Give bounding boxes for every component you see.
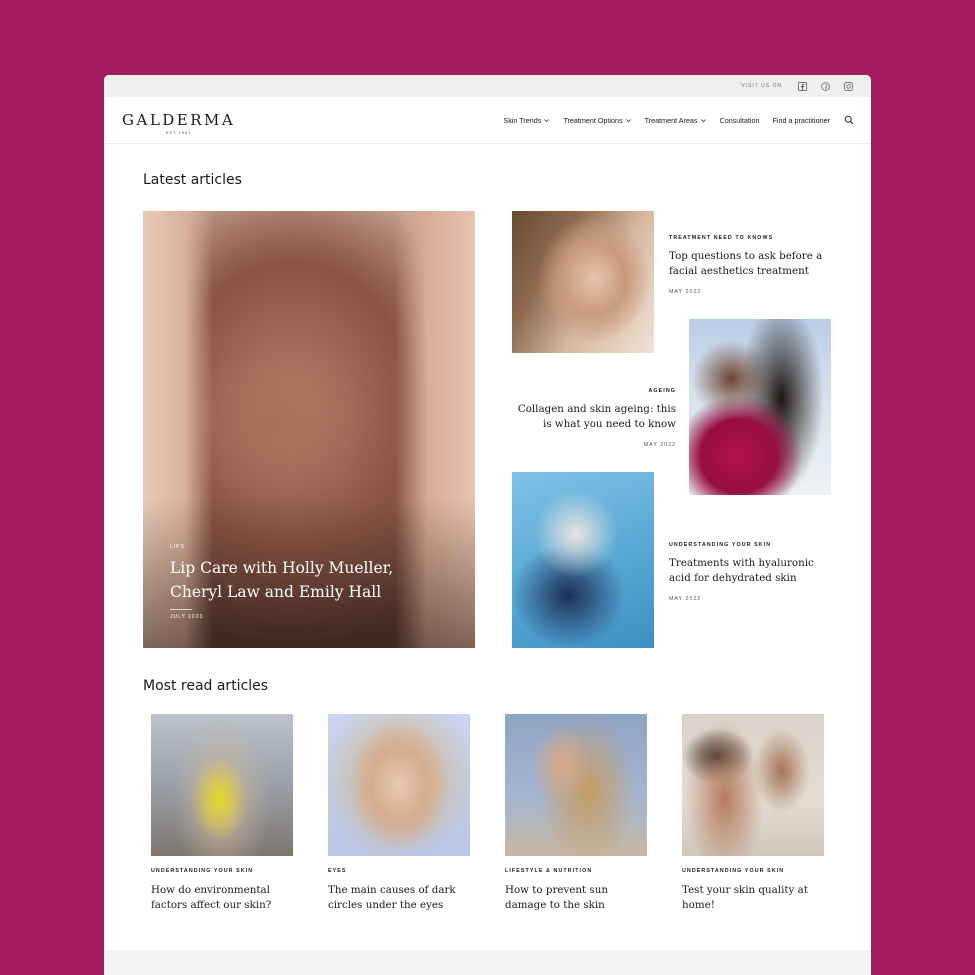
article-date: MAY 2022	[643, 442, 676, 448]
nav-label: Skin Trends	[503, 115, 542, 125]
article-card-1[interactable]: TREATMENT NEED TO KNOWS Top questions to…	[669, 235, 834, 295]
most-read-heading: Most read articles	[143, 678, 269, 694]
article-title[interactable]: Treatments with hyaluronic acid for dehy…	[669, 556, 829, 586]
article-image[interactable]	[328, 714, 470, 856]
article-image[interactable]	[505, 714, 647, 856]
pinterest-icon[interactable]	[821, 81, 830, 91]
most-read-card[interactable]: UNDERSTANDING YOUR SKIN How do environme…	[151, 714, 293, 913]
nav-find-practitioner[interactable]: Find a practitioner	[772, 116, 830, 125]
most-read-card[interactable]: EYES The main causes of dark circles und…	[328, 714, 470, 913]
search-icon[interactable]	[844, 115, 854, 125]
article-image[interactable]	[151, 714, 293, 856]
hero-caption: LIPS Lip Care with Holly Mueller, Cheryl…	[170, 544, 430, 620]
most-read-grid: UNDERSTANDING YOUR SKIN How do environme…	[151, 714, 824, 913]
chevron-down-icon	[625, 118, 631, 122]
most-read-card[interactable]: UNDERSTANDING YOUR SKIN Test your skin q…	[682, 714, 824, 913]
hero-category: LIPS	[170, 544, 185, 550]
article-category: EYES	[328, 868, 347, 874]
primary-nav: Skin Trends Treatment Options Treatment …	[490, 115, 854, 125]
nav-treatment-areas[interactable]: Treatment Areas	[645, 116, 707, 125]
brand-wordmark: GALDERMA	[122, 111, 236, 129]
article-image[interactable]	[512, 472, 654, 648]
article-category: TREATMENT NEED TO KNOWS	[669, 235, 774, 241]
nav-consultation[interactable]: Consultation	[720, 116, 760, 125]
article-title[interactable]: The main causes of dark circles under th…	[328, 883, 470, 913]
article-category: LIFESTYLE & NUTRITION	[505, 868, 593, 874]
nav-label: Treatment Areas	[644, 115, 698, 125]
footer-strip	[104, 950, 871, 975]
article-title[interactable]: How to prevent sun damage to the skin	[505, 883, 647, 913]
article-title[interactable]: Test your skin quality at home!	[682, 883, 824, 913]
article-date: MAY 2022	[669, 596, 702, 602]
article-title[interactable]: Collagen and skin ageing: this is what y…	[512, 402, 676, 432]
article-image[interactable]	[512, 211, 654, 353]
article-image[interactable]	[682, 714, 824, 856]
nav-label: Consultation	[719, 115, 760, 125]
article-card-2[interactable]: AGEING Collagen and skin ageing: this is…	[512, 388, 676, 448]
nav-label: Treatment Options	[563, 115, 623, 125]
most-read-card[interactable]: LIFESTYLE & NUTRITION How to prevent sun…	[505, 714, 647, 913]
article-date: MAY 2022	[669, 289, 702, 295]
article-category: AGEING	[648, 388, 676, 394]
chevron-down-icon	[700, 118, 706, 122]
chevron-down-icon	[544, 118, 550, 122]
hero-date: JULY 2023	[170, 614, 204, 620]
instagram-icon[interactable]	[844, 81, 853, 91]
main-header: GALDERMA EST 1981 Skin Trends Treatment …	[104, 97, 871, 144]
galderma-logo[interactable]: GALDERMA EST 1981	[122, 111, 235, 135]
article-category: UNDERSTANDING YOUR SKIN	[151, 868, 254, 874]
nav-skin-trends[interactable]: Skin Trends	[503, 116, 550, 125]
browser-window: VISIT US ON GALDERMA EST 1981 Skin Trend…	[104, 75, 871, 975]
visit-us-label: VISIT US ON	[741, 83, 782, 89]
latest-articles-heading: Latest articles	[143, 172, 242, 188]
hero-article[interactable]: LIPS Lip Care with Holly Mueller, Cheryl…	[143, 211, 475, 648]
social-bar: VISIT US ON	[104, 75, 871, 97]
article-image[interactable]	[689, 319, 831, 495]
brand-established: EST 1981	[165, 130, 192, 135]
nav-treatment-options[interactable]: Treatment Options	[563, 116, 631, 125]
article-title[interactable]: Top questions to ask before a facial aes…	[669, 249, 834, 279]
hero-divider	[170, 609, 192, 610]
article-card-3[interactable]: UNDERSTANDING YOUR SKIN Treatments with …	[669, 542, 829, 602]
article-category: UNDERSTANDING YOUR SKIN	[669, 542, 772, 548]
nav-label: Find a practitioner	[772, 115, 830, 125]
article-title[interactable]: How do environmental factors affect our …	[151, 883, 293, 913]
hero-title[interactable]: Lip Care with Holly Mueller, Cheryl Law …	[170, 556, 430, 604]
article-category: UNDERSTANDING YOUR SKIN	[682, 868, 785, 874]
facebook-icon[interactable]	[798, 81, 807, 91]
